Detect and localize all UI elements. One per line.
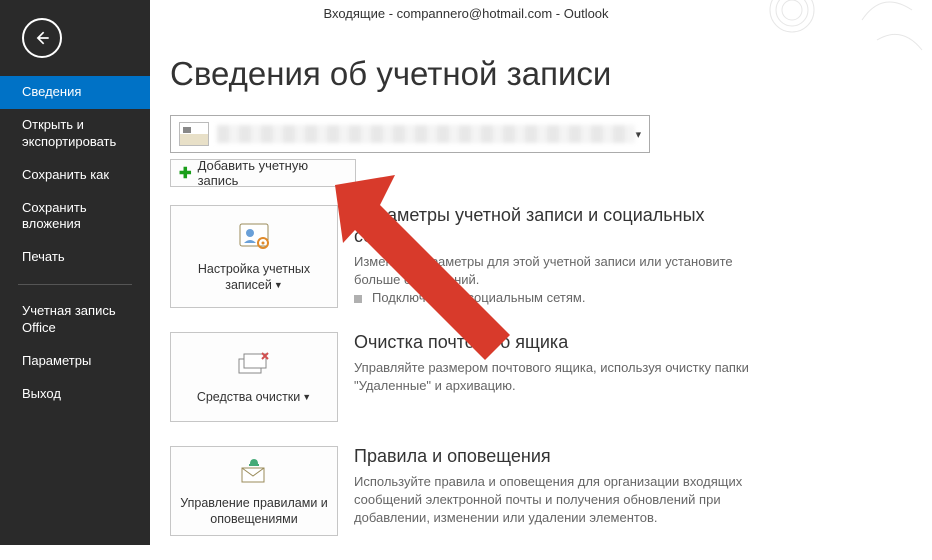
chevron-down-icon: ▾ [635, 128, 641, 141]
rules-icon [236, 456, 272, 491]
tile-label: Настройка учетных записей [198, 262, 310, 292]
account-icon [179, 122, 209, 146]
section-desc: Измените параметры для этой учетной запи… [354, 253, 749, 289]
nav-item-options[interactable]: Параметры [0, 345, 150, 378]
add-account-button[interactable]: ✚ Добавить учетную запись [170, 159, 356, 187]
back-button[interactable] [22, 18, 62, 58]
tile-label: Управление правилами и оповещениями [180, 496, 328, 526]
section-desc: Используйте правила и оповещения для орг… [354, 473, 749, 528]
section-title: Правила и оповещения [354, 446, 749, 467]
chevron-down-icon: ▼ [302, 392, 311, 402]
bullet-icon [354, 295, 362, 303]
main-content: Сведения об учетной записи ▾ ✚ Добавить … [170, 55, 912, 560]
section-desc: Управляйте размером почтового ящика, исп… [354, 359, 749, 395]
nav-separator [18, 284, 132, 285]
backstage-sidebar: Сведения Открыть и экспортировать Сохран… [0, 0, 150, 545]
nav-item-info[interactable]: Сведения [0, 76, 150, 109]
chevron-down-icon: ▼ [274, 280, 283, 290]
back-arrow-icon [32, 28, 52, 48]
nav-item-save-as[interactable]: Сохранить как [0, 159, 150, 192]
plus-icon: ✚ [179, 164, 192, 182]
page-title: Сведения об учетной записи [170, 55, 912, 93]
add-account-label: Добавить учетную запись [198, 158, 347, 188]
account-selector[interactable]: ▾ [170, 115, 650, 153]
section-title: Параметры учетной записи и социальных се… [354, 205, 749, 247]
tile-cleanup-tools[interactable]: Средства очистки▼ [170, 332, 338, 422]
cleanup-icon [236, 349, 272, 384]
nav-item-exit[interactable]: Выход [0, 378, 150, 411]
tile-account-settings[interactable]: Настройка учетных записей▼ [170, 205, 338, 308]
tile-rules-alerts[interactable]: Управление правилами и оповещениями [170, 446, 338, 536]
section-sub: Подключение к социальным сетям. [372, 290, 585, 305]
nav-item-save-attachments[interactable]: Сохранить вложения [0, 192, 150, 242]
account-settings-icon [236, 221, 272, 256]
nav-item-office-account[interactable]: Учетная запись Office [0, 295, 150, 345]
section-title: Очистка почтового ящика [354, 332, 749, 353]
account-name-redacted [217, 125, 635, 143]
nav-item-print[interactable]: Печать [0, 241, 150, 274]
tile-label: Средства очистки [197, 390, 300, 404]
nav-item-open-export[interactable]: Открыть и экспортировать [0, 109, 150, 159]
